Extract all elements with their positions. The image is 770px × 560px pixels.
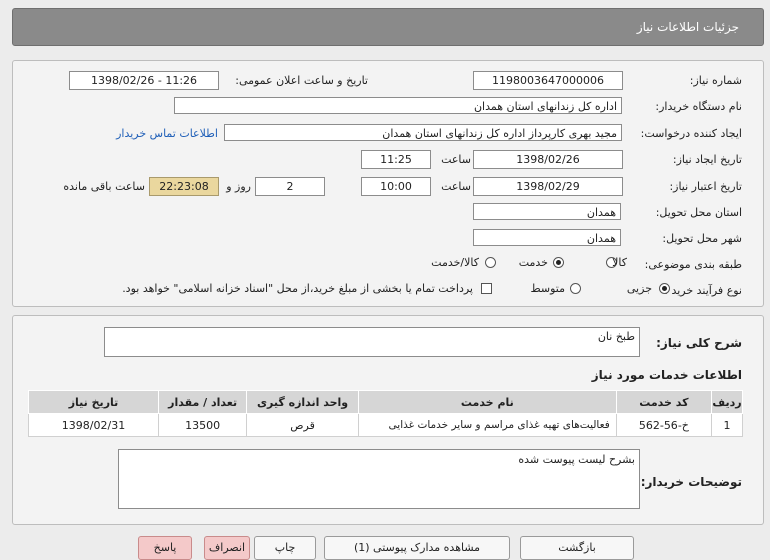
- col-row-header: ردیف: [711, 390, 743, 414]
- service-code-cell: خ-56-562: [615, 413, 713, 437]
- back-button[interactable]: بازگشت: [520, 536, 634, 560]
- days-field: 2: [255, 177, 325, 196]
- col-date-header: تاریخ نیاز: [27, 390, 160, 414]
- category-radio-service[interactable]: [553, 257, 564, 268]
- need-date-cell: 1398/02/31: [27, 413, 160, 437]
- cancel-button[interactable]: انصراف: [204, 536, 250, 560]
- days-label: روز و: [226, 180, 251, 193]
- table-row: 1 خ-56-562 فعالیت‌های تهیه غذای مراسم و …: [27, 413, 743, 437]
- col-name-header: نام خدمت: [357, 390, 617, 414]
- city-field: همدان: [473, 229, 621, 246]
- process-option-medium: متوسط: [530, 282, 565, 295]
- page-header: جزئیات اطلاعات نیاز: [12, 8, 764, 46]
- category-option-service: خدمت: [518, 256, 548, 269]
- creation-time-field: 11:25: [361, 150, 431, 169]
- province-field: همدان: [473, 203, 621, 220]
- page-title: جزئیات اطلاعات نیاز: [636, 20, 739, 34]
- need-number-label: شماره نیاز:: [689, 74, 742, 87]
- need-number-field: 1198003647000006: [473, 71, 623, 90]
- services-table: ردیف کد خدمت نام خدمت واحد اندازه گیری ت…: [27, 390, 743, 437]
- creation-date-field: 1398/02/26: [473, 150, 623, 169]
- validity-date-label: تاریخ اعتبار نیاز:: [669, 180, 742, 193]
- buyer-notes-field: بشرح لیست پیوست شده: [118, 449, 640, 509]
- col-qty-header: تعداد / مقدار: [158, 390, 248, 414]
- service-name-cell: فعالیت‌های تهیه غذای مراسم و سایر خدمات …: [357, 413, 617, 437]
- quantity-cell: 13500: [158, 413, 248, 437]
- validity-time-field: 10:00: [361, 177, 431, 196]
- table-header-row: ردیف کد خدمت نام خدمت واحد اندازه گیری ت…: [27, 390, 743, 414]
- print-button[interactable]: چاپ: [254, 536, 316, 560]
- province-label: استان محل تحویل:: [655, 206, 742, 219]
- category-option-goods: کالا: [612, 256, 627, 269]
- col-code-header: کد خدمت: [615, 390, 713, 414]
- buyer-org-label: نام دستگاه خریدار:: [655, 100, 742, 113]
- col-unit-header: واحد اندازه گیری: [246, 390, 359, 414]
- reply-button[interactable]: پاسخ: [138, 536, 192, 560]
- remaining-time-label: ساعت باقی مانده: [63, 180, 145, 193]
- announce-date-label: تاریخ و ساعت اعلان عمومی:: [235, 74, 368, 87]
- validity-time-label: ساعت: [441, 180, 471, 193]
- category-label: طبقه بندی موضوعی:: [644, 258, 742, 271]
- category-radio-goods-service[interactable]: [485, 257, 496, 268]
- row-index-cell: 1: [711, 413, 743, 437]
- buyer-org-field: اداره کل زندانهای استان همدان: [174, 97, 622, 114]
- process-type-label: نوع فرآیند خرید :: [664, 284, 742, 297]
- buyer-notes-label: توضیحات خریدار:: [640, 475, 742, 489]
- creation-date-label: تاریخ ایجاد نیاز:: [672, 153, 742, 166]
- remaining-time-field: 22:23:08: [149, 177, 219, 196]
- view-attachments-button[interactable]: مشاهده مدارک پیوستی (1): [324, 536, 510, 560]
- unit-cell: قرص: [246, 413, 359, 437]
- general-description-label: شرح کلی نیاز:: [656, 336, 742, 350]
- creation-time-label: ساعت: [441, 153, 471, 166]
- validity-date-field: 1398/02/29: [473, 177, 623, 196]
- requester-label: ایجاد کننده درخواست:: [640, 127, 742, 140]
- process-radio-medium[interactable]: [570, 283, 581, 294]
- requester-field: مجید بهری کارپرداز اداره کل زندانهای است…: [224, 124, 622, 141]
- announce-date-field: 1398/02/26 - 11:26: [69, 71, 219, 90]
- services-section-title: اطلاعات خدمات مورد نیاز: [591, 368, 742, 382]
- process-option-minor: جزیی: [626, 282, 652, 295]
- general-description-field: طبخ نان: [104, 327, 640, 357]
- process-radio-minor[interactable]: [659, 283, 670, 294]
- treasury-payment-note: پرداخت تمام یا بخشی از مبلغ خرید،از محل …: [122, 282, 473, 295]
- buyer-contact-link[interactable]: اطلاعات تماس خریدار: [116, 127, 218, 140]
- city-label: شهر محل تحویل:: [662, 232, 742, 245]
- category-option-goods-service: کالا/خدمت: [431, 256, 479, 269]
- treasury-payment-checkbox[interactable]: [481, 283, 492, 294]
